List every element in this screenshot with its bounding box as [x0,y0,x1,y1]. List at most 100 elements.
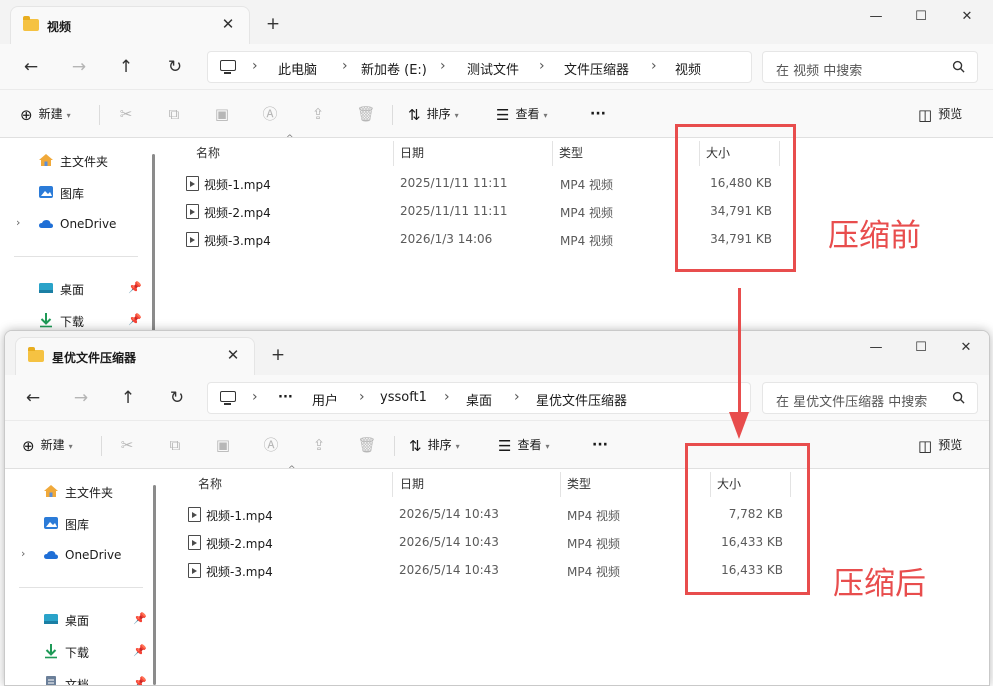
maximize-button[interactable]: ☐ [906,6,936,28]
sort-button[interactable]: ⇅ 排序 ▾ [408,104,459,126]
tab-compressor[interactable]: 星优文件压缩器 ✕ [15,337,255,375]
column-header-date[interactable]: 日期 [400,475,424,492]
column-header-name[interactable]: 名称 [198,475,222,492]
sidebar-item-home[interactable]: 主文件夹 [5,477,155,505]
column-divider[interactable] [560,472,561,497]
minimize-button[interactable]: — [861,6,891,28]
expand-chevron-icon[interactable]: › [21,547,25,560]
back-icon[interactable]: ← [19,55,43,79]
view-button[interactable]: ☰ 查看 ▾ [498,435,549,457]
sidebar-item-home[interactable]: 主文件夹 [0,146,150,174]
back-icon[interactable]: ← [21,386,45,410]
up-icon[interactable]: ↑ [116,386,140,410]
close-button[interactable]: ✕ [951,337,981,359]
rename-icon[interactable]: Ⓐ [261,435,281,455]
pin-icon[interactable]: 📌 [133,676,147,685]
search-input[interactable]: 在 星优文件压缩器 中搜索 [762,382,978,414]
folder-icon [28,347,44,362]
file-name: 视频-1.mp4 [206,509,273,523]
sidebar-item-onedrive[interactable]: › OneDrive [5,541,155,569]
column-header-name[interactable]: 名称 [196,144,220,161]
cut-icon[interactable]: ✂ [117,435,137,455]
sidebar-item-desktop[interactable]: 桌面 📌 [0,274,150,302]
address-bar[interactable]: › ··· 用户 › yssoft1 › 桌面 › 星优文件压缩器 [207,382,751,414]
breadcrumb-user[interactable]: yssoft1 [380,390,427,405]
search-input[interactable]: 在 视频 中搜索 [762,51,978,83]
scrollbar[interactable] [153,485,156,685]
file-row[interactable]: 视频-2.mp4 2026/5/14 10:43 MP4 视频 16,433 K… [164,528,989,556]
command-bar: ⊕ 新建 ▾ ✂ ⧉ ▣ Ⓐ ⇪ 🗑 ⇅ 排序 ▾ ☰ 查看 ▾ ··· ◫ 预览 [0,90,993,138]
pin-icon[interactable]: 📌 [128,281,142,294]
new-button[interactable]: ⊕ 新建 ▾ [20,104,71,126]
tab-title: 视频 [47,20,72,34]
delete-icon[interactable]: 🗑 [356,104,376,124]
file-row[interactable]: 视频-1.mp4 2025/11/11 11:11 MP4 视频 16,480 … [162,169,993,197]
column-divider[interactable] [393,141,394,166]
maximize-button[interactable]: ☐ [906,337,936,359]
breadcrumb-desktop[interactable]: 桌面 [466,390,492,409]
pin-icon[interactable]: 📌 [133,612,147,625]
refresh-icon[interactable]: ↻ [163,55,187,79]
more-options-button[interactable]: ··· [590,104,606,126]
file-name: 视频-1.mp4 [204,178,271,192]
address-bar[interactable]: › 此电脑 › 新加卷 (E:) › 测试文件 › 文件压缩器 › 视频 [207,51,752,83]
sidebar-item-gallery[interactable]: 图库 [0,178,150,206]
copy-icon[interactable]: ⧉ [164,104,184,124]
sidebar-item-gallery[interactable]: 图库 [5,509,155,537]
view-button[interactable]: ☰ 查看 ▾ [496,104,547,126]
breadcrumb-drive[interactable]: 新加卷 (E:) [361,59,427,78]
file-name: 视频-2.mp4 [204,206,271,220]
new-button[interactable]: ⊕ 新建 ▾ [22,435,73,457]
tab-video[interactable]: 视频 ✕ [10,6,250,44]
column-divider[interactable] [392,472,393,497]
file-type: MP4 视频 [567,565,621,579]
up-icon[interactable]: ↑ [114,55,138,79]
sort-button[interactable]: ⇅ 排序 ▾ [409,435,460,457]
breadcrumb-video[interactable]: 视频 [675,59,701,78]
forward-icon[interactable]: → [69,386,93,410]
minimize-button[interactable]: — [861,337,891,359]
file-row[interactable]: 视频-1.mp4 2026/5/14 10:43 MP4 视频 7,782 KB [164,500,989,528]
column-divider[interactable] [552,141,553,166]
breadcrumb-compressor[interactable]: 文件压缩器 [564,59,629,78]
video-file-icon [186,204,199,219]
paste-icon[interactable]: ▣ [212,104,232,124]
delete-icon[interactable]: 🗑 [357,435,377,455]
column-header-type[interactable]: 类型 [559,144,583,161]
expand-chevron-icon[interactable]: › [16,216,20,229]
copy-icon[interactable]: ⧉ [165,435,185,455]
new-tab-button[interactable]: + [267,344,289,366]
rename-icon[interactable]: Ⓐ [260,104,280,124]
column-header-date[interactable]: 日期 [400,144,424,161]
file-date: 2026/5/14 10:43 [399,507,499,521]
breadcrumb-compressor[interactable]: 星优文件压缩器 [536,390,627,409]
preview-button[interactable]: ◫ 预览 [918,104,962,126]
sidebar-item-desktop[interactable]: 桌面 📌 [5,605,155,633]
share-icon[interactable]: ⇪ [308,104,328,124]
forward-icon[interactable]: → [67,55,91,79]
more-options-button[interactable]: ··· [592,435,608,457]
breadcrumb-this-pc[interactable]: 此电脑 [278,59,317,78]
sidebar-item-documents[interactable]: 文档 📌 [5,669,155,685]
pin-icon[interactable]: 📌 [133,644,147,657]
cut-icon[interactable]: ✂ [116,104,136,124]
preview-button[interactable]: ◫ 预览 [918,435,962,457]
close-button[interactable]: ✕ [952,6,982,28]
sidebar-item-onedrive[interactable]: › OneDrive [0,210,150,238]
navigation-bar: ← → ↑ ↻ › ··· 用户 › yssoft1 › 桌面 › 星优文件压缩… [5,375,989,421]
file-date: 2026/5/14 10:43 [399,563,499,577]
column-header-type[interactable]: 类型 [567,475,591,492]
new-tab-button[interactable]: + [262,13,284,35]
breadcrumb-users[interactable]: 用户 [312,390,338,409]
tab-close-icon[interactable]: ✕ [222,344,244,366]
desktop-icon [44,614,58,624]
paste-icon[interactable]: ▣ [213,435,233,455]
breadcrumb-overflow[interactable]: ··· [278,390,293,405]
sidebar-item-downloads[interactable]: 下载 📌 [5,637,155,665]
share-icon[interactable]: ⇪ [309,435,329,455]
chevron-right-icon: › [252,58,258,74]
tab-close-icon[interactable]: ✕ [217,13,239,35]
pin-icon[interactable]: 📌 [128,313,142,326]
refresh-icon[interactable]: ↻ [165,386,189,410]
breadcrumb-test-files[interactable]: 测试文件 [467,59,519,78]
